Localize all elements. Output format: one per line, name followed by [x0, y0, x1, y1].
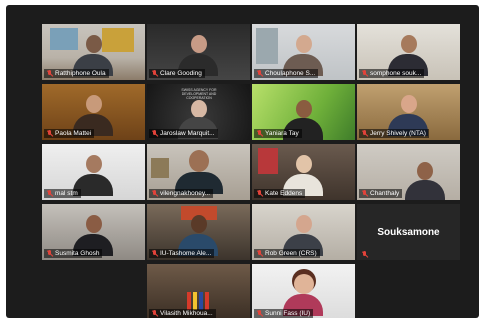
- participant-name-label: vilengnakhoney...: [149, 189, 214, 198]
- mic-muted-icon: [46, 130, 53, 137]
- participant-head: [296, 35, 312, 53]
- mic-muted-icon: [46, 190, 53, 197]
- participant-name-label: Chanthaly: [359, 189, 403, 198]
- participant-name-label: Jerry Shively (NTA): [359, 129, 429, 138]
- participant-tile[interactable]: Susmita Ghosh: [42, 204, 145, 260]
- mic-muted-icon: [361, 70, 368, 77]
- participant-name-label: Ratthiphone Oula: [44, 69, 109, 78]
- participant-name-label: Yaniara Tay: [254, 129, 302, 138]
- participant-head: [86, 95, 102, 113]
- organization-logo-text: SWISS AGENCY FOR DEVELOPMENT AND COOPERA…: [181, 88, 217, 100]
- participant-head: [417, 162, 433, 180]
- participant-head: [191, 100, 207, 118]
- mic-muted-icon: [256, 250, 263, 257]
- participant-tile[interactable]: Sunni Fass (IU): [252, 264, 355, 318]
- participant-name-label: Jaroslaw Marquit...: [149, 129, 218, 138]
- wall-picture: [50, 28, 78, 50]
- mic-muted-icon: [151, 250, 158, 257]
- mic-muted-icon: [256, 130, 263, 137]
- participant-tile[interactable]: Kate Eddens: [252, 144, 355, 200]
- participant-head: [296, 215, 312, 233]
- participant-name-label: [359, 251, 371, 258]
- wall-shelf: [151, 158, 169, 178]
- mic-muted-icon: [46, 250, 53, 257]
- wall-picture: [258, 148, 278, 174]
- participant-tile[interactable]: vilengnakhoney...: [147, 144, 250, 200]
- mic-muted-icon: [46, 70, 53, 77]
- participant-head: [296, 155, 312, 173]
- mic-muted-icon: [361, 251, 368, 258]
- participant-name-label: Paola Mattei: [44, 129, 95, 138]
- participant-tile[interactable]: Choulaphone S...: [252, 24, 355, 80]
- mic-muted-icon: [361, 190, 368, 197]
- participant-tile[interactable]: Vilasith Mikhoua...: [147, 264, 250, 318]
- participant-tile[interactable]: Rob Green (CRS): [252, 204, 355, 260]
- participant-head: [294, 274, 314, 294]
- window: [256, 28, 278, 64]
- participant-name-label: mal stm: [44, 189, 81, 198]
- participant-name-label: Clare Gooding: [149, 69, 205, 78]
- participant-tile[interactable]: somphone souk...: [357, 24, 460, 80]
- mic-muted-icon: [151, 190, 158, 197]
- participant-name-label: Choulaphone S...: [254, 69, 319, 78]
- participant-head: [401, 35, 417, 53]
- participant-tile[interactable]: Paola Mattei: [42, 84, 145, 140]
- participant-tile[interactable]: IU-Tashome Ale...: [147, 204, 250, 260]
- participant-tile-active-speaker[interactable]: Jerry Shively (NTA): [357, 84, 460, 140]
- mic-muted-icon: [256, 190, 263, 197]
- participant-tile[interactable]: Yaniara Tay: [252, 84, 355, 140]
- participant-tile[interactable]: mal stm: [42, 144, 145, 200]
- participant-tile[interactable]: Chanthaly: [357, 144, 460, 200]
- participant-head: [191, 35, 207, 53]
- mic-muted-icon: [151, 310, 158, 317]
- participant-name-label: Sunni Fass (IU): [254, 309, 314, 318]
- participant-name-label: Kate Eddens: [254, 189, 306, 198]
- participant-tile[interactable]: Ratthiphone Oula: [42, 24, 145, 80]
- participant-head: [189, 150, 209, 172]
- wall-picture: [102, 28, 134, 52]
- participant-head: [86, 35, 102, 53]
- mic-muted-icon: [256, 70, 263, 77]
- participant-name-label: Rob Green (CRS): [254, 249, 320, 258]
- participant-display-name: Souksamone: [377, 226, 440, 238]
- participant-tile-no-video[interactable]: Souksamone: [357, 204, 460, 260]
- participant-name-label: Susmita Ghosh: [44, 249, 103, 258]
- participant-tile[interactable]: Clare Gooding: [147, 24, 250, 80]
- participant-head: [401, 95, 417, 113]
- participant-head: [191, 215, 207, 233]
- participant-head: [86, 215, 102, 233]
- participant-name-label: Vilasith Mikhoua...: [149, 309, 216, 318]
- participant-name-label: somphone souk...: [359, 69, 425, 78]
- participant-head: [296, 100, 312, 118]
- mic-muted-icon: [151, 130, 158, 137]
- participant-name-label: IU-Tashome Ale...: [149, 249, 215, 258]
- mic-muted-icon: [256, 310, 263, 317]
- participant-head: [86, 155, 102, 173]
- mic-muted-icon: [151, 70, 158, 77]
- mic-muted-icon: [361, 130, 368, 137]
- video-gallery: Ratthiphone Oula Clare Gooding Choulapho…: [6, 5, 479, 318]
- participant-tile[interactable]: SWISS AGENCY FOR DEVELOPMENT AND COOPERA…: [147, 84, 250, 140]
